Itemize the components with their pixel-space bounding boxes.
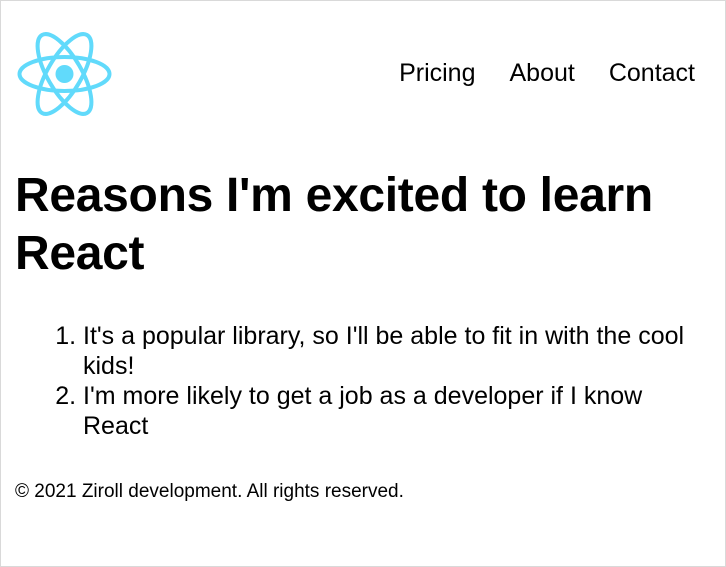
list-item: I'm more likely to get a job as a develo… bbox=[83, 381, 705, 441]
navbar: Pricing About Contact bbox=[1, 1, 725, 146]
nav-item-about[interactable]: About bbox=[509, 57, 574, 89]
page-title: Reasons I'm excited to learn React bbox=[15, 169, 653, 280]
footer-copyright: © 2021 Ziroll development. All rights re… bbox=[15, 481, 404, 502]
nav-item-pricing[interactable]: Pricing bbox=[399, 57, 475, 89]
nav-item-contact[interactable]: Contact bbox=[609, 57, 695, 89]
main-content: Reasons I'm excited to learn React It's … bbox=[15, 167, 705, 441]
reasons-list: It's a popular library, so I'll be able … bbox=[15, 321, 705, 441]
list-item: It's a popular library, so I'll be able … bbox=[83, 321, 705, 381]
nav-menu: Pricing About Contact bbox=[399, 57, 695, 89]
react-logo-icon bbox=[17, 32, 112, 116]
